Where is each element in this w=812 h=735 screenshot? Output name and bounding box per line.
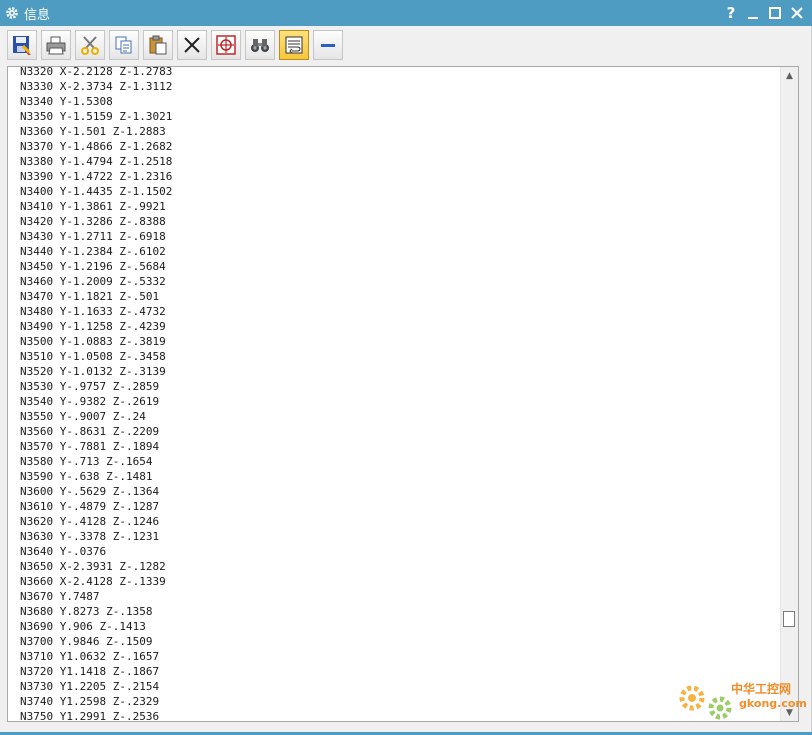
listing-line: N3680 Y.8273 Z-.1358 [20,605,153,618]
listing-line: N3350 Y-1.5159 Z-1.3021 [20,110,173,123]
binoculars-icon [251,39,269,52]
nc-listing: N3320 X-2.2128 Z-1.2783 N3330 X-2.3734 Z-… [20,66,173,722]
listing-line: N3390 Y-1.4722 Z-1.2316 [20,170,173,183]
listing-line: N3360 Y-1.501 Z-1.2883 [20,125,166,138]
listing-line: N3610 Y-.4879 Z-.1287 [20,500,160,513]
print-button[interactable] [41,30,71,60]
print-icon [46,36,66,55]
help-button[interactable]: ? [722,2,740,24]
listing-line: N3630 Y-.3378 Z-.1231 [20,530,160,543]
listing-line: N3520 Y-1.0132 Z-.3139 [20,365,166,378]
listing-line: N3540 Y-.9382 Z-.2619 [20,395,160,408]
close-button[interactable] [788,2,806,24]
copy-button[interactable] [109,30,139,60]
listing-line: N3330 X-2.3734 Z-1.3112 [20,80,173,93]
listing-line: N3440 Y-1.2384 Z-.6102 [20,245,166,258]
listing-line: N3490 Y-1.1258 Z-.4239 [20,320,166,333]
scroll-thumb[interactable] [783,611,795,627]
listing-line: N3510 Y-1.0508 Z-.3458 [20,350,166,363]
listing-line: N3600 Y-.5629 Z-.1364 [20,485,160,498]
collapse-button[interactable] [313,30,343,60]
toolbar [0,26,812,64]
listing-line: N3570 Y-.7881 Z-.1894 [20,440,160,453]
save-icon [13,36,31,55]
listing-line: N3740 Y1.2598 Z-.2329 [20,695,160,708]
listing-line: N3590 Y-.638 Z-.1481 [20,470,153,483]
delete-button[interactable] [177,30,207,60]
listing-line: N3460 Y-1.2009 Z-.5332 [20,275,166,288]
info-text-area[interactable]: N3320 X-2.2128 Z-1.2783 N3330 X-2.3734 Z-… [7,66,799,722]
listing-line: N3480 Y-1.1633 Z-.4732 [20,305,166,318]
listing-line: N3340 Y-1.5308 [20,95,113,108]
listing-line: N3580 Y-.713 Z-.1654 [20,455,153,468]
listing-line: N3430 Y-1.2711 Z-.6918 [20,230,166,243]
listing-line: N3750 Y1.2991 Z-.2536 [20,710,160,722]
delete-icon [184,37,200,53]
listing-line: N3720 Y1.1418 Z-.1867 [20,665,160,678]
listing-line: N3370 Y-1.4866 Z-1.2682 [20,140,173,153]
listing-line: N3560 Y-.8631 Z-.2209 [20,425,160,438]
listing-line: N3690 Y.906 Z-.1413 [20,620,146,633]
watermark-url: gkong.com [739,697,807,710]
listing-line: N3530 Y-.9757 Z-.2859 [20,380,160,393]
watermark-logo: 中华工控网 gkong.com [676,672,807,724]
copy-icon [115,36,132,54]
listing-line: N3700 Y.9846 Z-.1509 [20,635,153,648]
watermark-cn: 中华工控网 [731,682,792,696]
listing-line: N3550 Y-.9007 Z-.24 [20,410,146,423]
target-icon [216,35,236,55]
listing-line: N3410 Y-1.3861 Z-.9921 [20,200,166,213]
cut-button[interactable] [75,30,105,60]
wrap-button[interactable] [279,30,309,60]
target-button[interactable] [211,30,241,60]
binoculars-button[interactable] [245,30,275,60]
listing-line: N3400 Y-1.4435 Z-1.1502 [20,185,173,198]
listing-line: N3660 X-2.4128 Z-.1339 [20,575,166,588]
listing-line: N3670 Y.7487 [20,590,100,603]
wrap-icon [285,36,303,54]
listing-line: N3730 Y1.2205 Z-.2154 [20,680,160,693]
title-bar[interactable]: 信息 ? [0,0,812,26]
window-title: 信息 [24,7,51,23]
listing-line: N3620 Y-.4128 Z-.1246 [20,515,160,528]
cut-icon [81,36,99,55]
listing-line: N3640 Y-.0376 [20,545,107,558]
listing-line: N3650 X-2.3931 Z-.1282 [20,560,166,573]
scroll-up-icon[interactable]: ▲ [781,67,798,84]
listing-line: N3380 Y-1.4794 Z-1.2518 [20,155,173,168]
listing-line: N3470 Y-1.1821 Z-.501 [20,290,160,303]
paste-button[interactable] [143,30,173,60]
vertical-scrollbar[interactable]: ▲ ▼ [780,67,798,721]
minimize-button[interactable] [744,2,762,24]
save-button[interactable] [7,30,37,60]
listing-line: N3710 Y1.0632 Z-.1657 [20,650,160,663]
maximize-button[interactable] [766,2,784,24]
listing-line: N3500 Y-1.0883 Z-.3819 [20,335,166,348]
minus-icon [321,44,335,47]
listing-line: N3420 Y-1.3286 Z-.8388 [20,215,166,228]
listing-line: N3450 Y-1.2196 Z-.5684 [20,260,166,273]
gear-icon [2,6,22,20]
paste-icon [149,35,167,55]
listing-line: N3320 X-2.2128 Z-1.2783 [20,66,173,78]
